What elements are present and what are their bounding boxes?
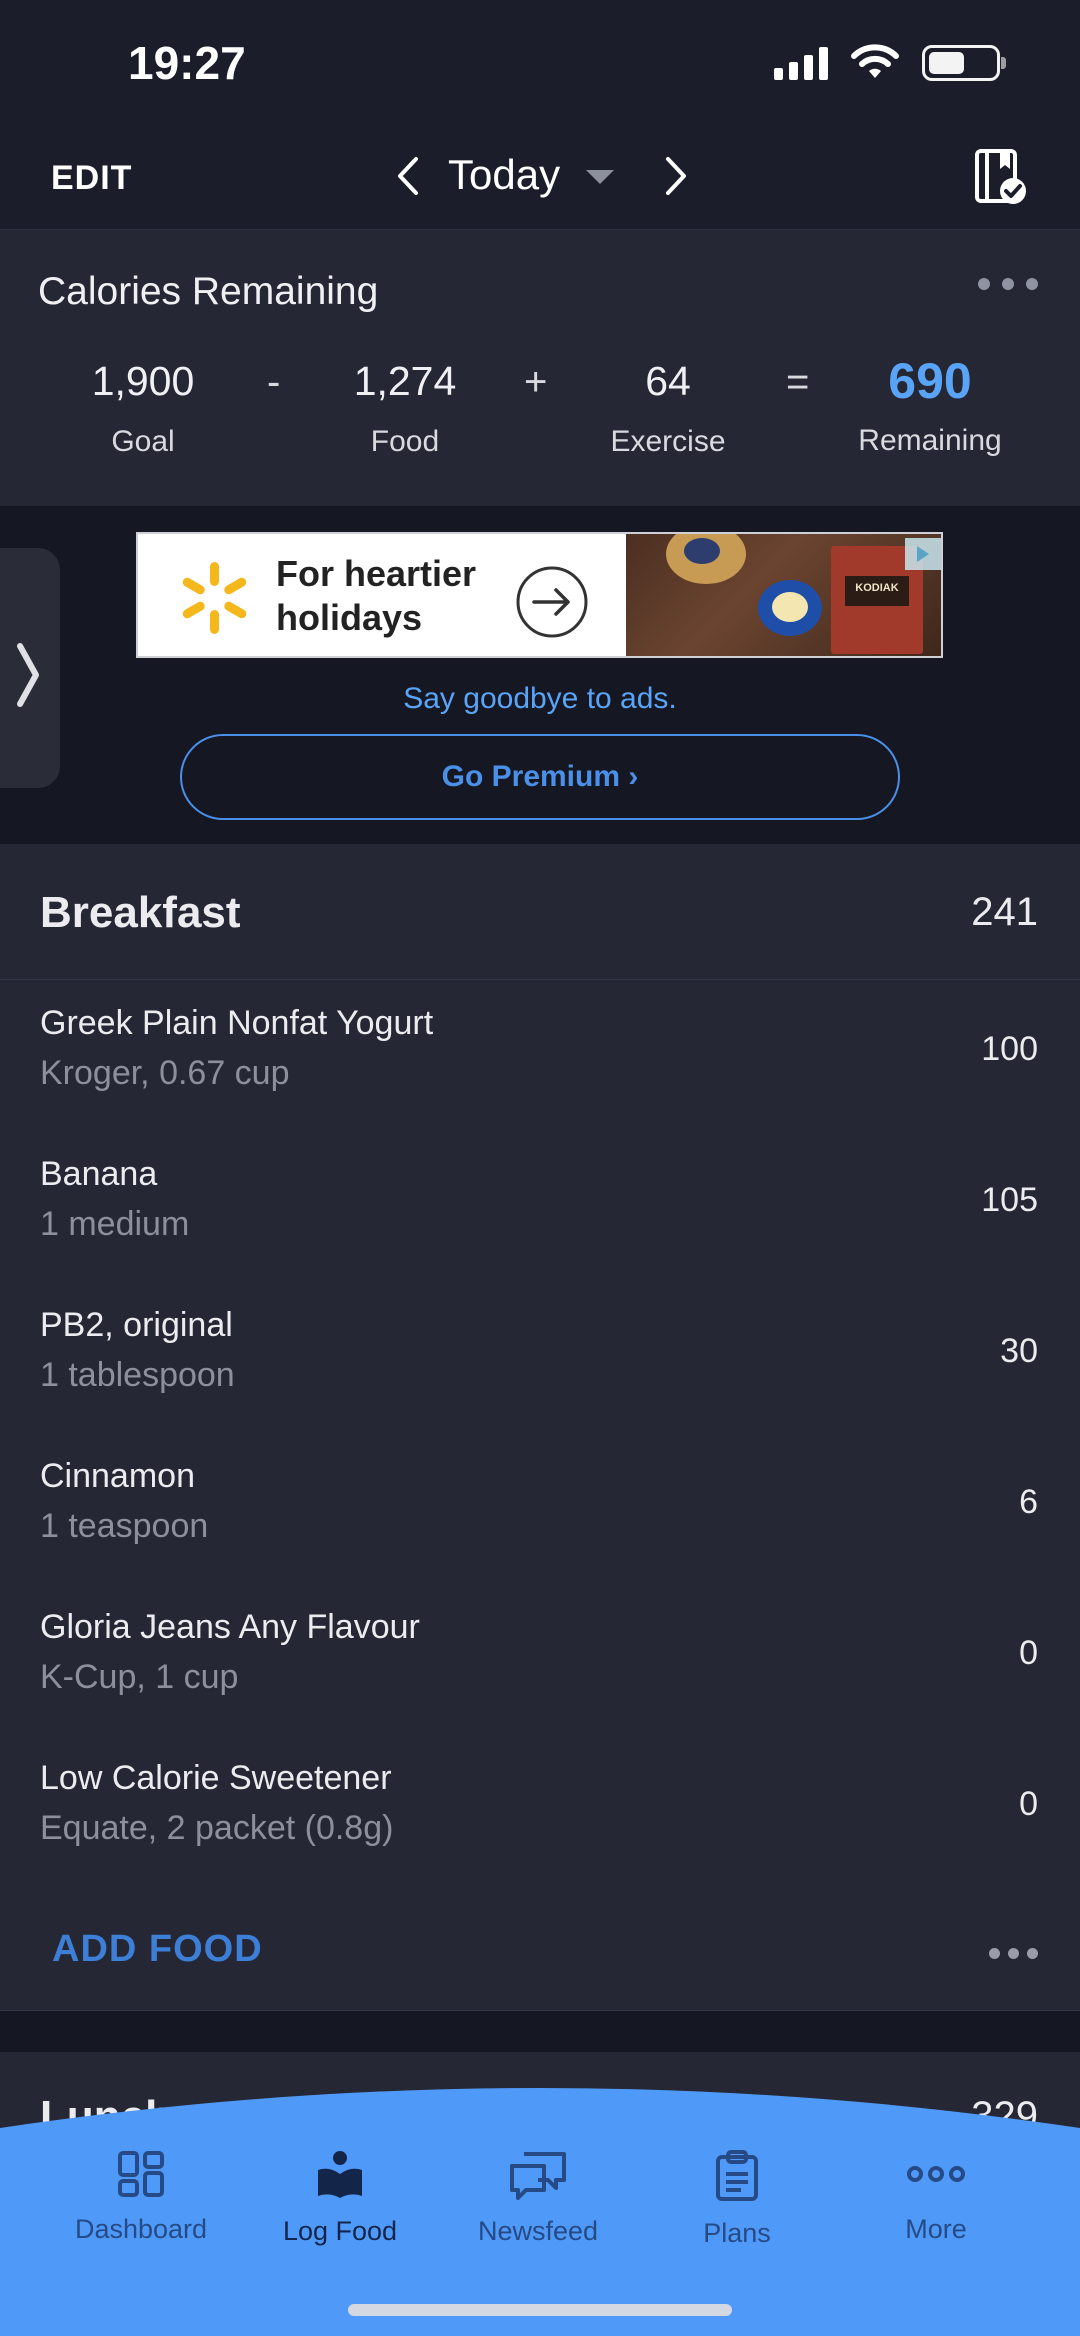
tab-label: Plans — [703, 2218, 771, 2248]
tab-more[interactable]: More — [836, 2150, 1036, 2245]
exercise-column: 64 Exercise — [568, 358, 768, 459]
previous-day-icon[interactable] — [388, 151, 428, 201]
plus-operator: + — [524, 360, 548, 404]
wifi-icon — [851, 44, 899, 78]
side-drawer-tab[interactable] — [0, 548, 60, 788]
log-food-icon — [318, 2151, 362, 2198]
remaining-label: Remaining — [858, 424, 1002, 457]
breakfast-section: Breakfast 241 Greek Plain Nonfat Yogurt … — [0, 844, 1080, 2010]
cellular-signal-icon — [774, 46, 828, 80]
calories-title: Calories Remaining — [38, 270, 379, 313]
exercise-label: Exercise — [610, 425, 726, 458]
battery-level — [929, 52, 964, 74]
home-indicator[interactable] — [348, 2304, 732, 2316]
remaining-column: 690 Remaining — [830, 353, 1030, 458]
food-name: PB2, original — [40, 1306, 233, 1344]
edit-button[interactable]: EDIT — [51, 159, 132, 198]
food-name: Cinnamon — [40, 1457, 195, 1495]
remaining-value: 690 — [888, 353, 972, 409]
ad-line-2: holidays — [276, 597, 423, 638]
food-value: 1,274 — [353, 358, 457, 404]
dashboard-icon — [118, 2151, 164, 2197]
chevron-down-icon[interactable] — [586, 170, 614, 184]
remove-ads-text[interactable]: Say goodbye to ads. — [0, 682, 1080, 716]
food-label: Food — [370, 425, 440, 458]
adchoices-icon[interactable] — [905, 538, 941, 570]
food-name: Gloria Jeans Any Flavour — [40, 1608, 420, 1646]
food-description: 1 tablespoon — [40, 1356, 235, 1394]
food-item[interactable]: Low Calorie Sweetener Equate, 2 packet (… — [0, 1735, 1080, 1886]
minus-operator: - — [267, 360, 281, 404]
more-icon — [907, 2166, 965, 2182]
diary-complete-icon[interactable] — [974, 147, 1028, 207]
meal-options-icon[interactable] — [989, 1948, 1038, 1959]
plans-icon — [716, 2150, 758, 2201]
food-item[interactable]: PB2, original 1 tablespoon 30 — [0, 1282, 1080, 1433]
next-day-icon[interactable] — [656, 151, 696, 201]
tab-label: Dashboard — [74, 2214, 208, 2244]
tab-label: Newsfeed — [477, 2216, 599, 2246]
tab-dashboard[interactable]: Dashboard — [41, 2150, 241, 2245]
status-time: 19:27 — [128, 37, 246, 89]
add-food-button[interactable]: ADD FOOD — [52, 1928, 263, 1971]
equals-operator: = — [786, 360, 810, 404]
arrow-right-icon — [516, 566, 588, 638]
date-selector[interactable]: Today — [448, 151, 560, 199]
goal-value: 1,900 — [91, 358, 195, 404]
food-calories: 100 — [981, 1030, 1038, 1068]
food-calories: 6 — [1019, 1483, 1038, 1521]
food-column: 1,274 Food — [305, 358, 505, 459]
tab-plans[interactable]: Plans — [637, 2150, 837, 2249]
food-name: Banana — [40, 1155, 158, 1193]
newsfeed-icon — [510, 2152, 566, 2200]
walmart-spark-logo — [182, 562, 247, 634]
food-calories: 30 — [1000, 1332, 1038, 1370]
ad-headline: For heartier holidays — [276, 552, 476, 640]
food-calories: 0 — [1019, 1634, 1038, 1672]
food-name: Greek Plain Nonfat Yogurt — [40, 1004, 434, 1042]
exercise-value: 64 — [645, 358, 691, 404]
ad-product-image: KODIAK — [626, 534, 941, 656]
calories-remaining-card[interactable]: Calories Remaining 1,900 Goal - 1,274 Fo… — [0, 230, 1080, 506]
food-item[interactable]: Greek Plain Nonfat Yogurt Kroger, 0.67 c… — [0, 980, 1080, 1131]
food-description: 1 medium — [40, 1205, 190, 1243]
food-item[interactable]: Banana 1 medium 105 — [0, 1131, 1080, 1282]
food-name: Low Calorie Sweetener — [40, 1759, 392, 1797]
breakfast-total: 241 — [971, 890, 1038, 934]
tab-newsfeed[interactable]: Newsfeed — [438, 2150, 638, 2247]
tab-log-food[interactable]: Log Food — [240, 2150, 440, 2247]
ad-line-1: For heartier — [276, 553, 477, 594]
more-options-icon[interactable] — [978, 278, 1038, 290]
go-premium-button[interactable]: Go Premium › — [180, 734, 900, 820]
top-navigation: EDIT Today — [0, 125, 1080, 230]
food-item[interactable]: Gloria Jeans Any Flavour K-Cup, 1 cup 0 — [0, 1584, 1080, 1735]
section-divider — [0, 2010, 1080, 2052]
food-item[interactable]: Cinnamon 1 teaspoon 6 — [0, 1433, 1080, 1584]
food-description: Equate, 2 packet (0.8g) — [40, 1809, 394, 1847]
food-description: Kroger, 0.67 cup — [40, 1054, 290, 1092]
breakfast-title: Breakfast — [40, 888, 241, 937]
status-icons — [774, 44, 1006, 82]
tab-label: More — [905, 2214, 967, 2244]
ad-banner[interactable]: For heartier holidays KODIAK — [136, 532, 943, 658]
food-calories: 0 — [1019, 1785, 1038, 1823]
food-description: 1 teaspoon — [40, 1507, 209, 1545]
battery-icon — [922, 45, 1006, 81]
goal-column: 1,900 Goal — [43, 358, 243, 459]
status-bar: 19:27 — [0, 0, 1080, 125]
bottom-tab-bar: Dashboard Log Food Newsfeed Plans More — [0, 2088, 1080, 2336]
tab-label: Log Food — [282, 2216, 398, 2246]
ad-section: For heartier holidays KODIAK Say goodbye… — [0, 506, 1080, 844]
food-calories: 105 — [981, 1181, 1038, 1219]
breakfast-header[interactable]: Breakfast 241 — [0, 844, 1080, 980]
goal-label: Goal — [111, 425, 175, 458]
ad-box-text: KODIAK — [855, 582, 899, 594]
food-description: K-Cup, 1 cup — [40, 1658, 239, 1696]
